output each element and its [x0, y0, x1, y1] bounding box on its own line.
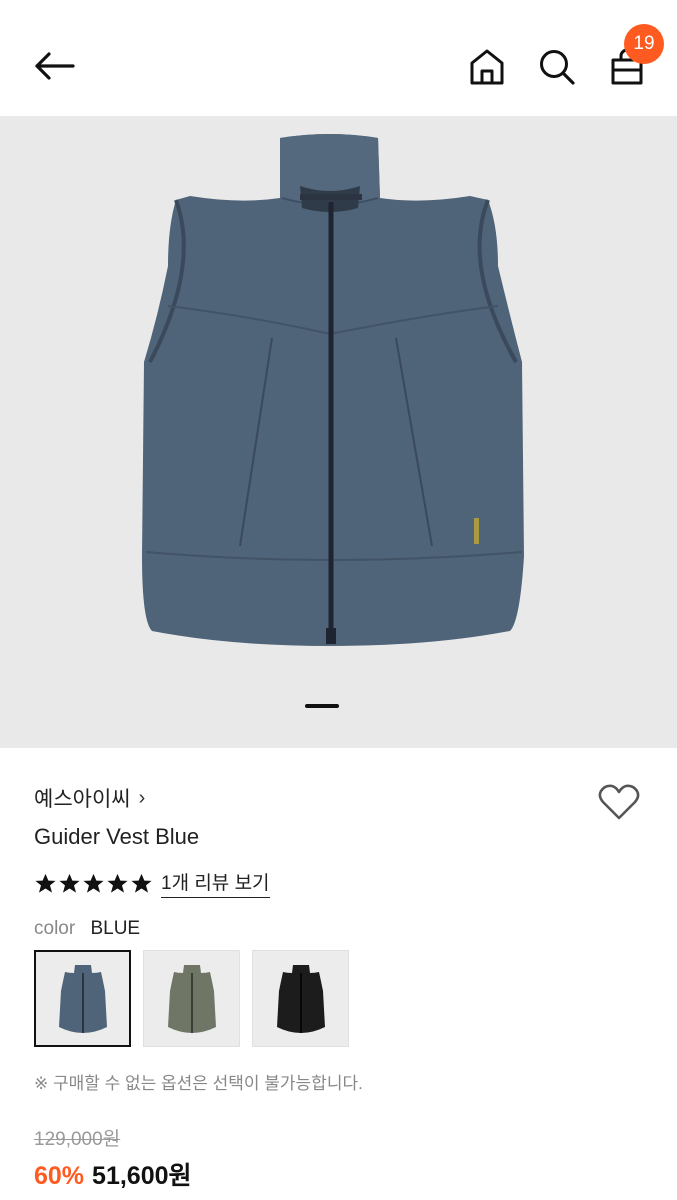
review-link[interactable]: 1개 리뷰 보기 [161, 868, 270, 898]
arrow-left-icon [35, 52, 75, 80]
sale-price: 51,600원 [92, 1162, 192, 1190]
swatch-olive[interactable] [143, 950, 240, 1047]
rating-stars [34, 872, 153, 895]
home-button[interactable] [464, 44, 510, 90]
vest-thumbnail [276, 964, 325, 1033]
chevron-right-icon: › [138, 786, 146, 809]
heart-icon [598, 784, 640, 820]
color-value: BLUE [90, 918, 141, 939]
option-notice: ※ 구매할 수 없는 옵션은 선택이 불가능합니다. [34, 1074, 363, 1093]
rating-row: 1개 리뷰 보기 [34, 868, 270, 898]
star-icon [131, 873, 152, 893]
product-name: Guider Vest Blue [34, 824, 200, 849]
wishlist-button[interactable] [596, 780, 642, 824]
swatch-blue[interactable] [34, 950, 131, 1047]
original-price: 129,000원 [34, 1129, 121, 1150]
back-button[interactable] [30, 44, 78, 88]
color-swatches [34, 950, 349, 1047]
gallery-pager-indicator [305, 704, 339, 708]
search-icon [540, 50, 575, 85]
color-label: color [34, 918, 76, 939]
cart-count-badge: 19 [624, 24, 664, 64]
star-icon [35, 873, 56, 893]
search-button[interactable] [534, 44, 580, 90]
star-icon [107, 873, 128, 893]
star-icon [59, 873, 80, 893]
discount-rate: 60% [34, 1162, 85, 1190]
vest-thumbnail [58, 964, 107, 1033]
swatch-black[interactable] [252, 950, 349, 1047]
brand-name: 예스아이씨 [34, 788, 131, 811]
top-bar: 19 [0, 0, 677, 116]
home-icon [470, 49, 504, 85]
star-icon [83, 873, 104, 893]
product-image [142, 134, 524, 646]
vest-thumbnail [167, 964, 216, 1033]
color-row: color BLUE [34, 918, 140, 940]
brand-link[interactable]: 예스아이씨 › [34, 783, 145, 813]
product-image-gallery[interactable] [0, 116, 677, 748]
price-row: 60% 51,600원 [34, 1156, 192, 1192]
